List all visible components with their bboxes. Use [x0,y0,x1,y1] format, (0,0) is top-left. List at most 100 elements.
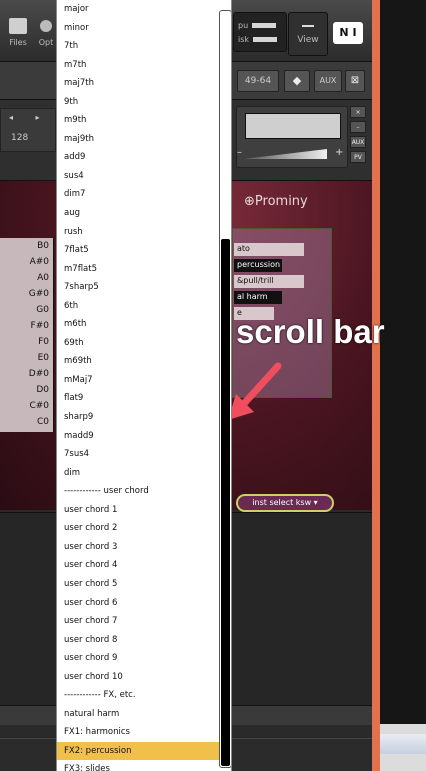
menu-item[interactable]: sus4 [57,167,219,186]
menu-item[interactable]: user chord 8 [57,631,219,650]
menu-item[interactable]: rush [57,223,219,242]
menu-item[interactable]: add9 [57,148,219,167]
orange-border [372,0,380,771]
menu-item[interactable]: FX1: harmonics [57,723,219,742]
menu-item[interactable]: user chord 10 [57,668,219,687]
menu-item[interactable]: m6th [57,315,219,334]
speaker-icon[interactable]: ◆ [284,70,310,92]
minus-icon[interactable]: – [237,147,242,158]
right-panel [380,0,426,771]
menu-item[interactable]: natural harm [57,705,219,724]
menu-item[interactable]: maj7th [57,74,219,93]
minimize-instrument-icon[interactable]: – [350,121,366,133]
menu-item[interactable]: m7th [57,56,219,75]
disk-label: isk [238,35,250,44]
menu-separator: ------------ user chord [64,486,149,497]
menu-item[interactable]: 7flat5 [57,241,219,260]
menu-item[interactable]: user chord 3 [57,538,219,557]
menu-item[interactable]: m9th [57,111,219,130]
menu-item[interactable]: user chord 2 [57,519,219,538]
key-label: G#0 [28,289,49,299]
key-label: D0 [36,385,49,395]
key-label: B0 [37,241,49,251]
midi-channel-box[interactable]: ◂ ▸ 128 [0,108,56,152]
save-icon [9,18,27,34]
menu-item[interactable]: user chord 7 [57,612,219,631]
aux-button[interactable]: AUX [314,70,342,92]
options-label: Opt [38,38,54,47]
menu-item[interactable]: mMaj7 [57,371,219,390]
right-panel-bottom [380,724,426,771]
menu-item[interactable]: FX2: percussion [57,741,219,761]
ni-logo: N I [333,22,363,44]
menu-item[interactable]: 7sharp5 [57,278,219,297]
articulation-item[interactable]: al harm [234,291,282,304]
menu-item[interactable]: madd9 [57,427,219,446]
level-display [245,113,341,139]
scroll-bar-annotation: scroll bar [236,313,385,350]
cpu-meter: pu isk [233,12,287,52]
inst-select-ksw-dropdown[interactable]: inst select ksw ▾ [236,494,334,512]
files-button[interactable]: Files [0,14,36,54]
menu-item[interactable]: user chord 9 [57,649,219,668]
aux-small-button[interactable]: AUX [350,136,366,148]
menu-item[interactable]: user chord 1 [57,501,219,520]
arrow-icons[interactable]: ◂ ▸ [9,113,50,122]
articulation-item[interactable]: ato [234,243,304,256]
chord-type-dropdown-menu: major minor 7th m7th maj7th 9th m9th maj9th add9… [56,0,232,771]
pv-small-button[interactable]: PV [350,151,366,163]
menu-item[interactable]: dim [57,464,219,483]
key-label: A#0 [29,257,49,267]
gear-icon [40,20,52,32]
arrow-icon [228,362,282,420]
prominy-icon: ⊕ [244,194,255,209]
menu-item[interactable]: 9th [57,93,219,112]
scrollbar-thumb[interactable] [221,239,230,766]
close-rack-icon[interactable]: ⊠ [345,70,365,92]
articulation-item-selected[interactable]: percussion [234,259,282,272]
articulation-item[interactable]: &pull/trill [234,275,304,288]
view-button[interactable]: View [288,12,328,56]
key-label: E0 [37,353,49,363]
view-label: View [297,35,319,45]
range-49-64-button[interactable]: 49-64 [237,70,279,92]
key-label: D#0 [28,369,49,379]
menu-item[interactable]: 7th [57,37,219,56]
key-label: F#0 [30,321,49,331]
menu-item[interactable]: major [57,0,219,19]
key-label: C#0 [29,401,49,411]
key-label: A0 [37,273,49,283]
volume-slider[interactable] [243,149,327,159]
key-label: F0 [38,337,49,347]
key-label: G0 [36,305,49,315]
side-buttons: × – AUX PV [350,106,368,166]
minimize-icon [302,25,314,27]
close-icon[interactable]: × [350,106,366,118]
menu-item[interactable]: aug [57,204,219,223]
keyswitch-list: B0 A#0 A0 G#0 G0 F#0 F0 E0 D#0 D0 C#0 C0 [0,238,54,432]
cpu-label: pu [238,21,249,30]
cpu-bar [252,23,277,28]
menu-item[interactable]: maj9th [57,130,219,149]
menu-item[interactable]: 7sus4 [57,445,219,464]
menu-item[interactable]: sharp9 [57,408,219,427]
menu-item[interactable]: user chord 6 [57,594,219,613]
disk-bar [253,37,278,42]
menu-item[interactable]: flat9 [57,389,219,408]
menu-item[interactable]: m7flat5 [57,260,219,279]
prominy-logo: ⊕Prominy [244,194,308,209]
menu-item[interactable]: user chord 4 [57,556,219,575]
menu-item[interactable]: FX3: slides [57,760,219,771]
key-label: C0 [36,417,49,427]
menu-item[interactable]: m69th [57,352,219,371]
menu-item[interactable]: minor [57,19,219,38]
menu-item[interactable]: 6th [57,297,219,316]
files-label: Files [9,38,27,47]
menu-item[interactable]: user chord 5 [57,575,219,594]
menu-item[interactable]: dim7 [57,185,219,204]
menu-separator: ------------ FX, etc. [64,690,136,701]
plus-icon[interactable]: + [335,147,343,158]
options-button[interactable]: Opt [36,14,56,54]
menu-item[interactable]: 69th [57,334,219,353]
menu-scrollbar[interactable] [219,10,231,768]
